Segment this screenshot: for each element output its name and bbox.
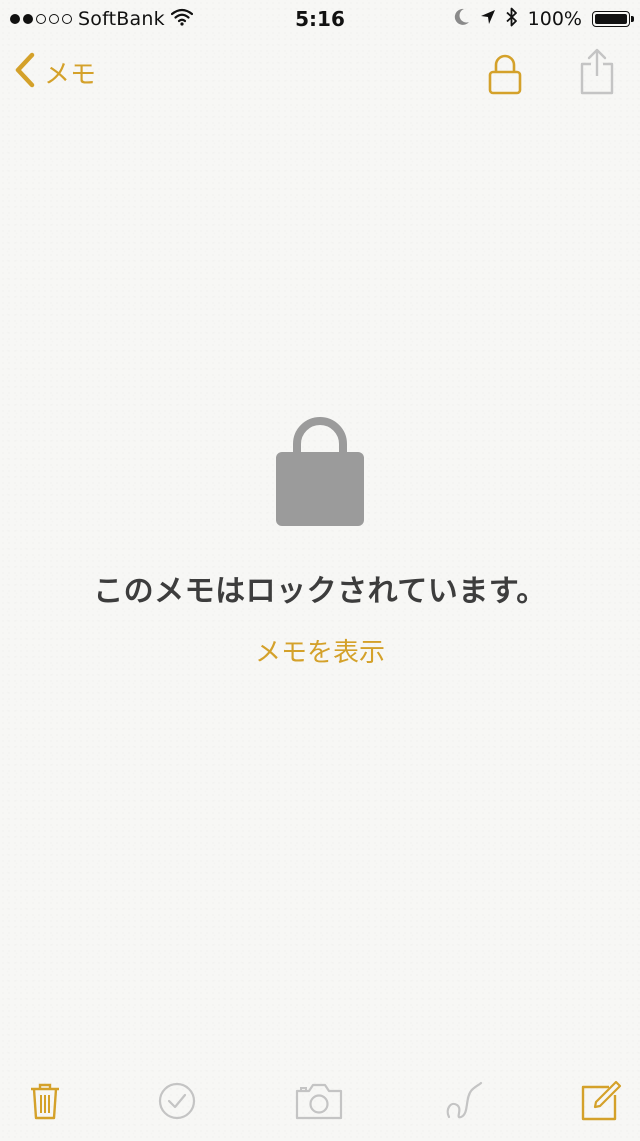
locked-note-panel: このメモはロックされています。 メモを表示 (0, 410, 640, 669)
bluetooth-icon (506, 7, 518, 31)
sketch-icon (441, 1079, 485, 1127)
compose-button[interactable] (576, 1078, 626, 1128)
sketch-button[interactable] (438, 1078, 488, 1128)
navigation-bar: メモ (0, 38, 640, 108)
moon-icon (454, 8, 470, 30)
battery-level-fill (595, 14, 627, 24)
locked-message: このメモはロックされています。 (93, 574, 547, 609)
checklist-button[interactable] (152, 1078, 202, 1128)
lock-toggle-button[interactable] (483, 52, 527, 96)
battery-percent: 100% (527, 8, 582, 30)
lock-icon (483, 54, 527, 100)
camera-button[interactable] (294, 1078, 344, 1128)
battery-icon (592, 11, 634, 27)
back-button[interactable]: メモ (14, 52, 96, 92)
view-note-button[interactable]: メモを表示 (255, 632, 385, 669)
lock-icon (276, 417, 364, 526)
compose-icon (579, 1079, 623, 1127)
camera-icon (294, 1081, 344, 1125)
checklist-icon (157, 1081, 197, 1125)
share-button[interactable] (575, 46, 619, 96)
status-bar: SoftBank 5:16 100% (0, 0, 640, 38)
chevron-left-icon (14, 52, 36, 92)
back-button-label: メモ (44, 59, 97, 90)
status-right: 100% (454, 6, 634, 32)
bottom-toolbar (0, 1070, 640, 1136)
trash-icon (28, 1081, 62, 1125)
share-icon (575, 48, 619, 100)
location-arrow-icon (480, 9, 496, 29)
delete-button[interactable] (20, 1078, 70, 1128)
